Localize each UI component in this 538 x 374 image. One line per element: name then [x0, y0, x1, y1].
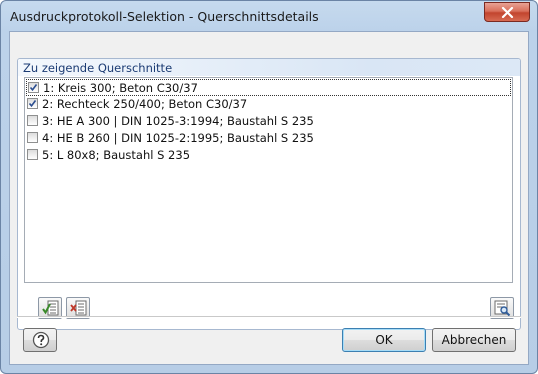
list-item[interactable]: 1: Kreis 300; Beton C30/37: [26, 79, 511, 96]
help-icon: [32, 331, 50, 349]
list-item[interactable]: 2: Rechteck 250/400; Beton C30/37: [26, 96, 511, 113]
close-button[interactable]: [484, 2, 530, 22]
ok-button[interactable]: OK: [342, 328, 426, 352]
list-item[interactable]: 3: HE A 300 | DIN 1025-3:1994; Baustahl …: [26, 113, 511, 130]
cross-section-list[interactable]: 1: Kreis 300; Beton C30/37 2: Rechteck 2…: [24, 77, 513, 283]
checkbox[interactable]: [27, 98, 38, 109]
select-all-icon: [42, 300, 59, 316]
checkmark-icon: [29, 84, 38, 92]
list-item[interactable]: 5: L 80x8; Baustahl S 235: [26, 147, 511, 164]
checkmark-icon: [28, 100, 37, 108]
group-header: Zu zeigende Querschnitte: [18, 59, 520, 76]
list-item-label: 2: Rechteck 250/400; Beton C30/37: [42, 97, 248, 111]
checkbox[interactable]: [28, 82, 39, 93]
close-icon: [501, 7, 514, 18]
list-item[interactable]: 4: HE B 260 | DIN 1025-2:1995; Baustahl …: [26, 130, 511, 147]
window-title: Ausdruckprotokoll-Selektion - Querschnit…: [10, 9, 319, 24]
cross-sections-group: Zu zeigende Querschnitte 1: Kreis 300; B…: [17, 58, 521, 330]
title-bar: Ausdruckprotokoll-Selektion - Querschnit…: [1, 1, 537, 31]
checkbox[interactable]: [27, 132, 38, 143]
checkbox[interactable]: [27, 149, 38, 160]
deselect-all-icon: [70, 300, 87, 316]
dialog-window: Ausdruckprotokoll-Selektion - Querschnit…: [0, 0, 538, 374]
list-item-label: 5: L 80x8; Baustahl S 235: [42, 148, 191, 162]
separator: [17, 316, 521, 318]
list-item-label: 1: Kreis 300; Beton C30/37: [43, 81, 198, 95]
list-item-label: 4: HE B 260 | DIN 1025-2:1995; Baustahl …: [42, 131, 314, 145]
dialog-client-area: Zu zeigende Querschnitte 1: Kreis 300; B…: [9, 31, 529, 365]
help-button[interactable]: [23, 328, 57, 352]
view-selection-icon: [494, 300, 511, 317]
cancel-button[interactable]: Abbrechen: [432, 328, 516, 352]
group-title: Zu zeigende Querschnitte: [23, 61, 173, 75]
checkbox[interactable]: [27, 115, 38, 126]
list-item-label: 3: HE A 300 | DIN 1025-3:1994; Baustahl …: [42, 114, 314, 128]
